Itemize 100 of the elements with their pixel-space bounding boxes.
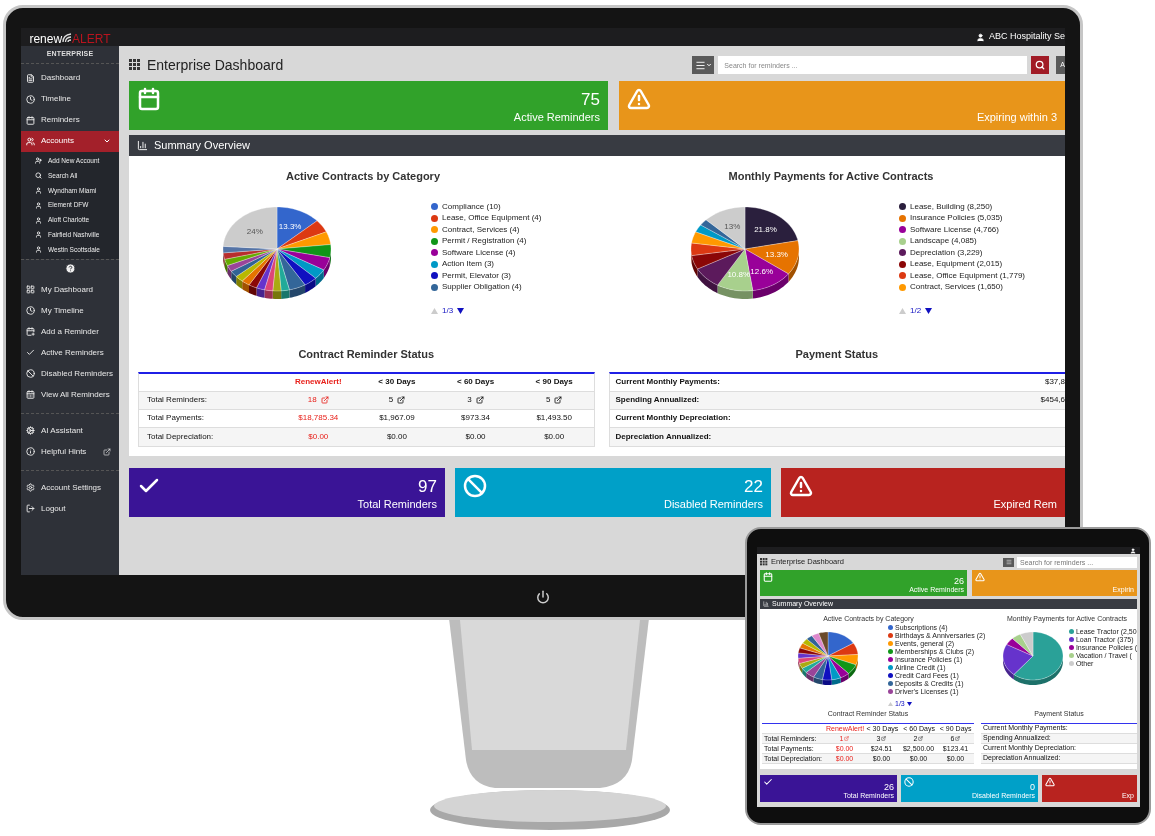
page-title: Enterprise Dashboard <box>147 55 284 75</box>
sidebar-item[interactable]: View All Reminders <box>21 384 119 406</box>
stat-card[interactable]: 97 Total Reminders <box>129 467 445 517</box>
clock-icon <box>26 306 35 316</box>
menu-dropdown-button[interactable] <box>692 56 715 74</box>
stat-card[interactable]: Expired Rem <box>781 467 1065 517</box>
table-cell: $973.34 <box>461 412 490 424</box>
legend-pager: 1/2 <box>910 304 922 317</box>
user-icon <box>35 231 42 239</box>
search-icon <box>1035 60 1046 70</box>
user-icon <box>35 187 42 194</box>
legend-label: Permit / Registration (4) <box>442 237 527 246</box>
stat-label: Active Reminders <box>513 110 600 124</box>
sidebar-item[interactable]: Disabled Reminders <box>21 363 119 385</box>
legend-label: Depreciation (3,229) <box>910 248 983 257</box>
gears-icon <box>26 426 35 436</box>
legend-label: Lease, Building (8,250) <box>910 202 993 211</box>
warning-icon <box>627 87 651 111</box>
grid-icon <box>760 558 768 566</box>
legend-label: Landscape (4,085) <box>910 237 977 246</box>
sidebar-item[interactable]: Reminders <box>21 109 119 131</box>
settings-icon <box>26 483 35 493</box>
table-cell: $0.00 <box>544 430 565 443</box>
external-link-icon[interactable] <box>475 396 484 404</box>
bar-chart-icon <box>763 601 769 607</box>
calendar-icon <box>137 87 161 111</box>
slice-label: 13% <box>724 221 741 231</box>
down-triangle-icon[interactable] <box>457 307 465 314</box>
row-label: Total Reminders: <box>146 394 209 406</box>
table-cell: 3 <box>467 394 472 406</box>
legend-label: Software License (4) <box>442 248 516 257</box>
user-icon <box>35 216 42 224</box>
sidebar-item[interactable]: Logout <box>21 498 119 520</box>
sidebar-item[interactable]: AI Assistant <box>21 420 119 442</box>
table-title: Payment Status <box>795 347 878 362</box>
stat-value: 0 <box>1030 781 1035 792</box>
calendar-icon <box>763 572 773 582</box>
search-button[interactable] <box>1031 56 1050 74</box>
legend-pager: 1/3 <box>442 304 454 317</box>
panel-title: Summary Overview <box>154 138 250 154</box>
table-cell: $1,493.50 <box>536 412 572 424</box>
sidebar-item[interactable]: My Dashboard <box>21 279 119 301</box>
caret-icon <box>705 62 712 68</box>
stat-value: 26 <box>954 576 964 586</box>
column-header: < 60 Days <box>456 376 496 388</box>
clock-icon <box>26 94 35 104</box>
document-icon <box>26 73 35 83</box>
down-triangle-icon[interactable] <box>925 307 933 314</box>
account-name[interactable]: ABC Hospitality Se <box>988 30 1065 44</box>
down-triangle-icon[interactable] <box>906 701 912 706</box>
pie-chart-drawing <box>1002 631 1064 685</box>
sidebar-item[interactable]: Account Settings <box>21 477 119 499</box>
column-header: < 30 Days <box>377 376 417 388</box>
column-header: < 90 Days <box>534 376 574 388</box>
row-label: Current Monthly Payments: <box>614 376 720 388</box>
legend-label: Contract, Services (4) <box>442 225 520 234</box>
stat-label: Expiring within 3 <box>976 110 1057 124</box>
logout-icon <box>26 504 35 514</box>
legend-label: Contract, Services (1,650) <box>910 283 1003 292</box>
sidebar-item[interactable]: Timeline <box>21 88 119 110</box>
slice-label: 10.8% <box>727 269 751 279</box>
power-icon[interactable] <box>536 590 550 604</box>
sidebar-item[interactable]: Add a Reminder <box>21 321 119 343</box>
table-cell: $18,785.34 <box>298 412 339 424</box>
table-cell: $0.00 <box>308 430 329 443</box>
ban-icon <box>26 369 35 379</box>
external-link-icon[interactable] <box>397 396 406 404</box>
sidebar-item[interactable]: Dashboard <box>21 67 119 89</box>
menu-icon <box>694 59 706 71</box>
user-plus-icon <box>35 157 42 165</box>
slice-label: 21.8% <box>754 225 777 234</box>
calendar-icon <box>26 115 35 125</box>
logo-text: renew <box>29 33 63 45</box>
legend-label: Compliance (10) <box>442 202 501 211</box>
chart-title: Monthly Payments for Active Contracts <box>728 169 934 184</box>
grid-icon <box>129 59 141 71</box>
sidebar-item[interactable]: My Timeline <box>21 300 119 322</box>
menu-dropdown-button[interactable] <box>1003 557 1014 567</box>
pie-chart-drawing <box>797 631 859 685</box>
table-cell: $1,967.09 <box>379 412 415 424</box>
stat-label: Disabled Reminders <box>663 496 763 511</box>
legend-label: Lease, Office Equipment (4) <box>442 214 542 223</box>
warning-icon <box>1045 776 1055 787</box>
slice-label: 24% <box>246 226 263 236</box>
legend-label: Supplier Obligation (4) <box>442 283 522 292</box>
legend-label: Insurance Policies (5,035) <box>910 214 1003 223</box>
check-icon <box>763 776 773 787</box>
sidebar-item[interactable]: Accounts <box>21 130 119 152</box>
external-link-icon[interactable] <box>554 396 563 404</box>
legend-label: Action Item (3) <box>442 260 494 269</box>
users-icon <box>26 136 35 146</box>
table-cell: 5 <box>388 394 394 406</box>
sidebar-item[interactable]: Active Reminders <box>21 342 119 364</box>
warning-icon <box>975 572 985 582</box>
sidebar-item[interactable]: Helpful Hints <box>21 441 119 463</box>
user-icon <box>35 201 42 209</box>
slice-label: 12.6% <box>750 266 773 276</box>
legend-label: Permit, Elevator (3) <box>442 271 511 280</box>
column-header: RenewAlert! <box>293 376 343 388</box>
help-icon[interactable] <box>64 263 76 275</box>
